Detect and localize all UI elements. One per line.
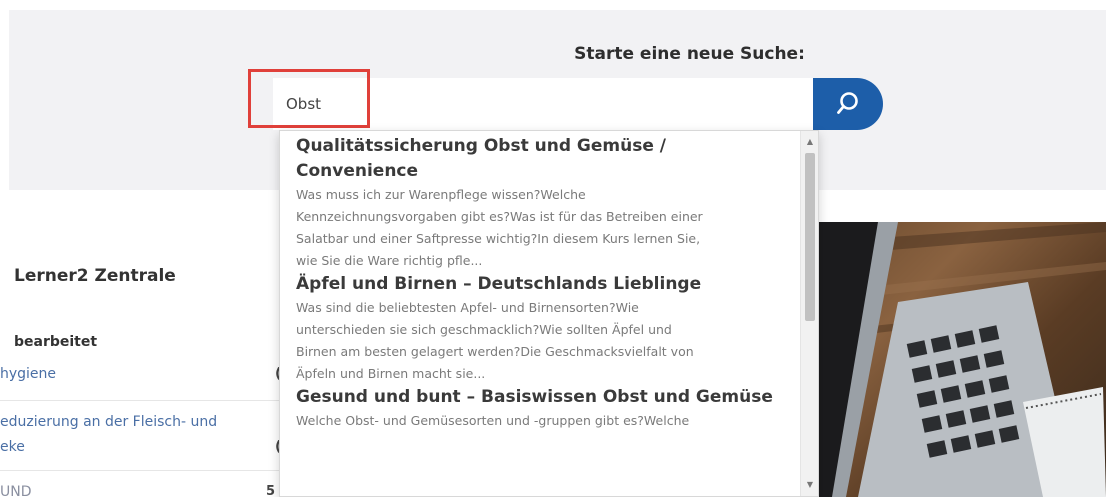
hero-image [818, 222, 1106, 497]
course-link-continued[interactable]: eke [0, 439, 25, 455]
suggestion-list: Qualitätssicherung Obst und Gemüse / Con… [280, 131, 800, 432]
suggestion-description: Äpfeln und Birnen macht sie... [296, 366, 486, 381]
suggestion-description: unterschieden sie sich geschmacklich?Wie… [296, 322, 672, 337]
autocomplete-dropdown: Qualitätssicherung Obst und Gemüse / Con… [279, 130, 819, 497]
suggestion-description: Birnen am besten gelagert werden?Die Ges… [296, 344, 694, 359]
dropdown-scrollbar[interactable]: ▲ ▼ [800, 131, 818, 496]
search-input[interactable] [273, 78, 813, 130]
suggestion-title: Qualitätssicherung Obst und Gemüse / [296, 136, 667, 156]
course-link[interactable]: hygiene [0, 366, 56, 382]
course-link[interactable]: eduzierung an der Fleisch- und [0, 414, 217, 430]
suggestion-description: wie Sie die Ware richtig pfle... [296, 253, 483, 268]
suggestion-description: Was muss ich zur Warenpflege wissen?Welc… [296, 187, 586, 202]
suggestion-item[interactable]: Gesund und bunt – Basiswissen Obst und G… [280, 385, 800, 432]
laptop-desk-illustration [818, 222, 1106, 497]
suggestion-title: Convenience [296, 161, 419, 181]
suggestion-item[interactable]: Qualitätssicherung Obst und Gemüse / Con… [280, 131, 800, 272]
suggestion-description: Was sind die beliebtesten Apfel- und Bir… [296, 300, 639, 315]
course-count: 5 [266, 484, 276, 497]
suggestion-description: Kennzeichnungsvorgaben gibt es?Was ist f… [296, 209, 703, 224]
suggestion-description: Salatbar und einer Saftpresse wichtig?In… [296, 231, 701, 246]
user-title: Lerner2 Zentrale [14, 266, 176, 286]
triangle-down-icon[interactable]: ▼ [801, 476, 818, 494]
suggestion-item[interactable]: Äpfel und Birnen – Deutschlands Liebling… [280, 272, 800, 385]
divider [0, 470, 290, 471]
scrollbar-thumb[interactable] [805, 153, 815, 321]
triangle-up-icon[interactable]: ▲ [801, 133, 818, 151]
suggestion-title: Äpfel und Birnen – Deutschlands Liebling… [296, 274, 702, 294]
suggestion-description: Welche Obst- und Gemüsesorten und -grupp… [296, 413, 690, 428]
divider [0, 400, 290, 401]
section-label: bearbeitet [14, 334, 98, 350]
search-icon [837, 92, 858, 114]
suggestion-title: Gesund und bunt – Basiswissen Obst und G… [296, 387, 773, 407]
dashboard-left-column: Lerner2 Zentrale bearbeitet hygiene ( ed… [0, 190, 290, 497]
search-heading: Starte eine neue Suche: [574, 44, 805, 64]
course-link[interactable]: UND [0, 484, 32, 497]
search-button[interactable] [813, 78, 883, 130]
